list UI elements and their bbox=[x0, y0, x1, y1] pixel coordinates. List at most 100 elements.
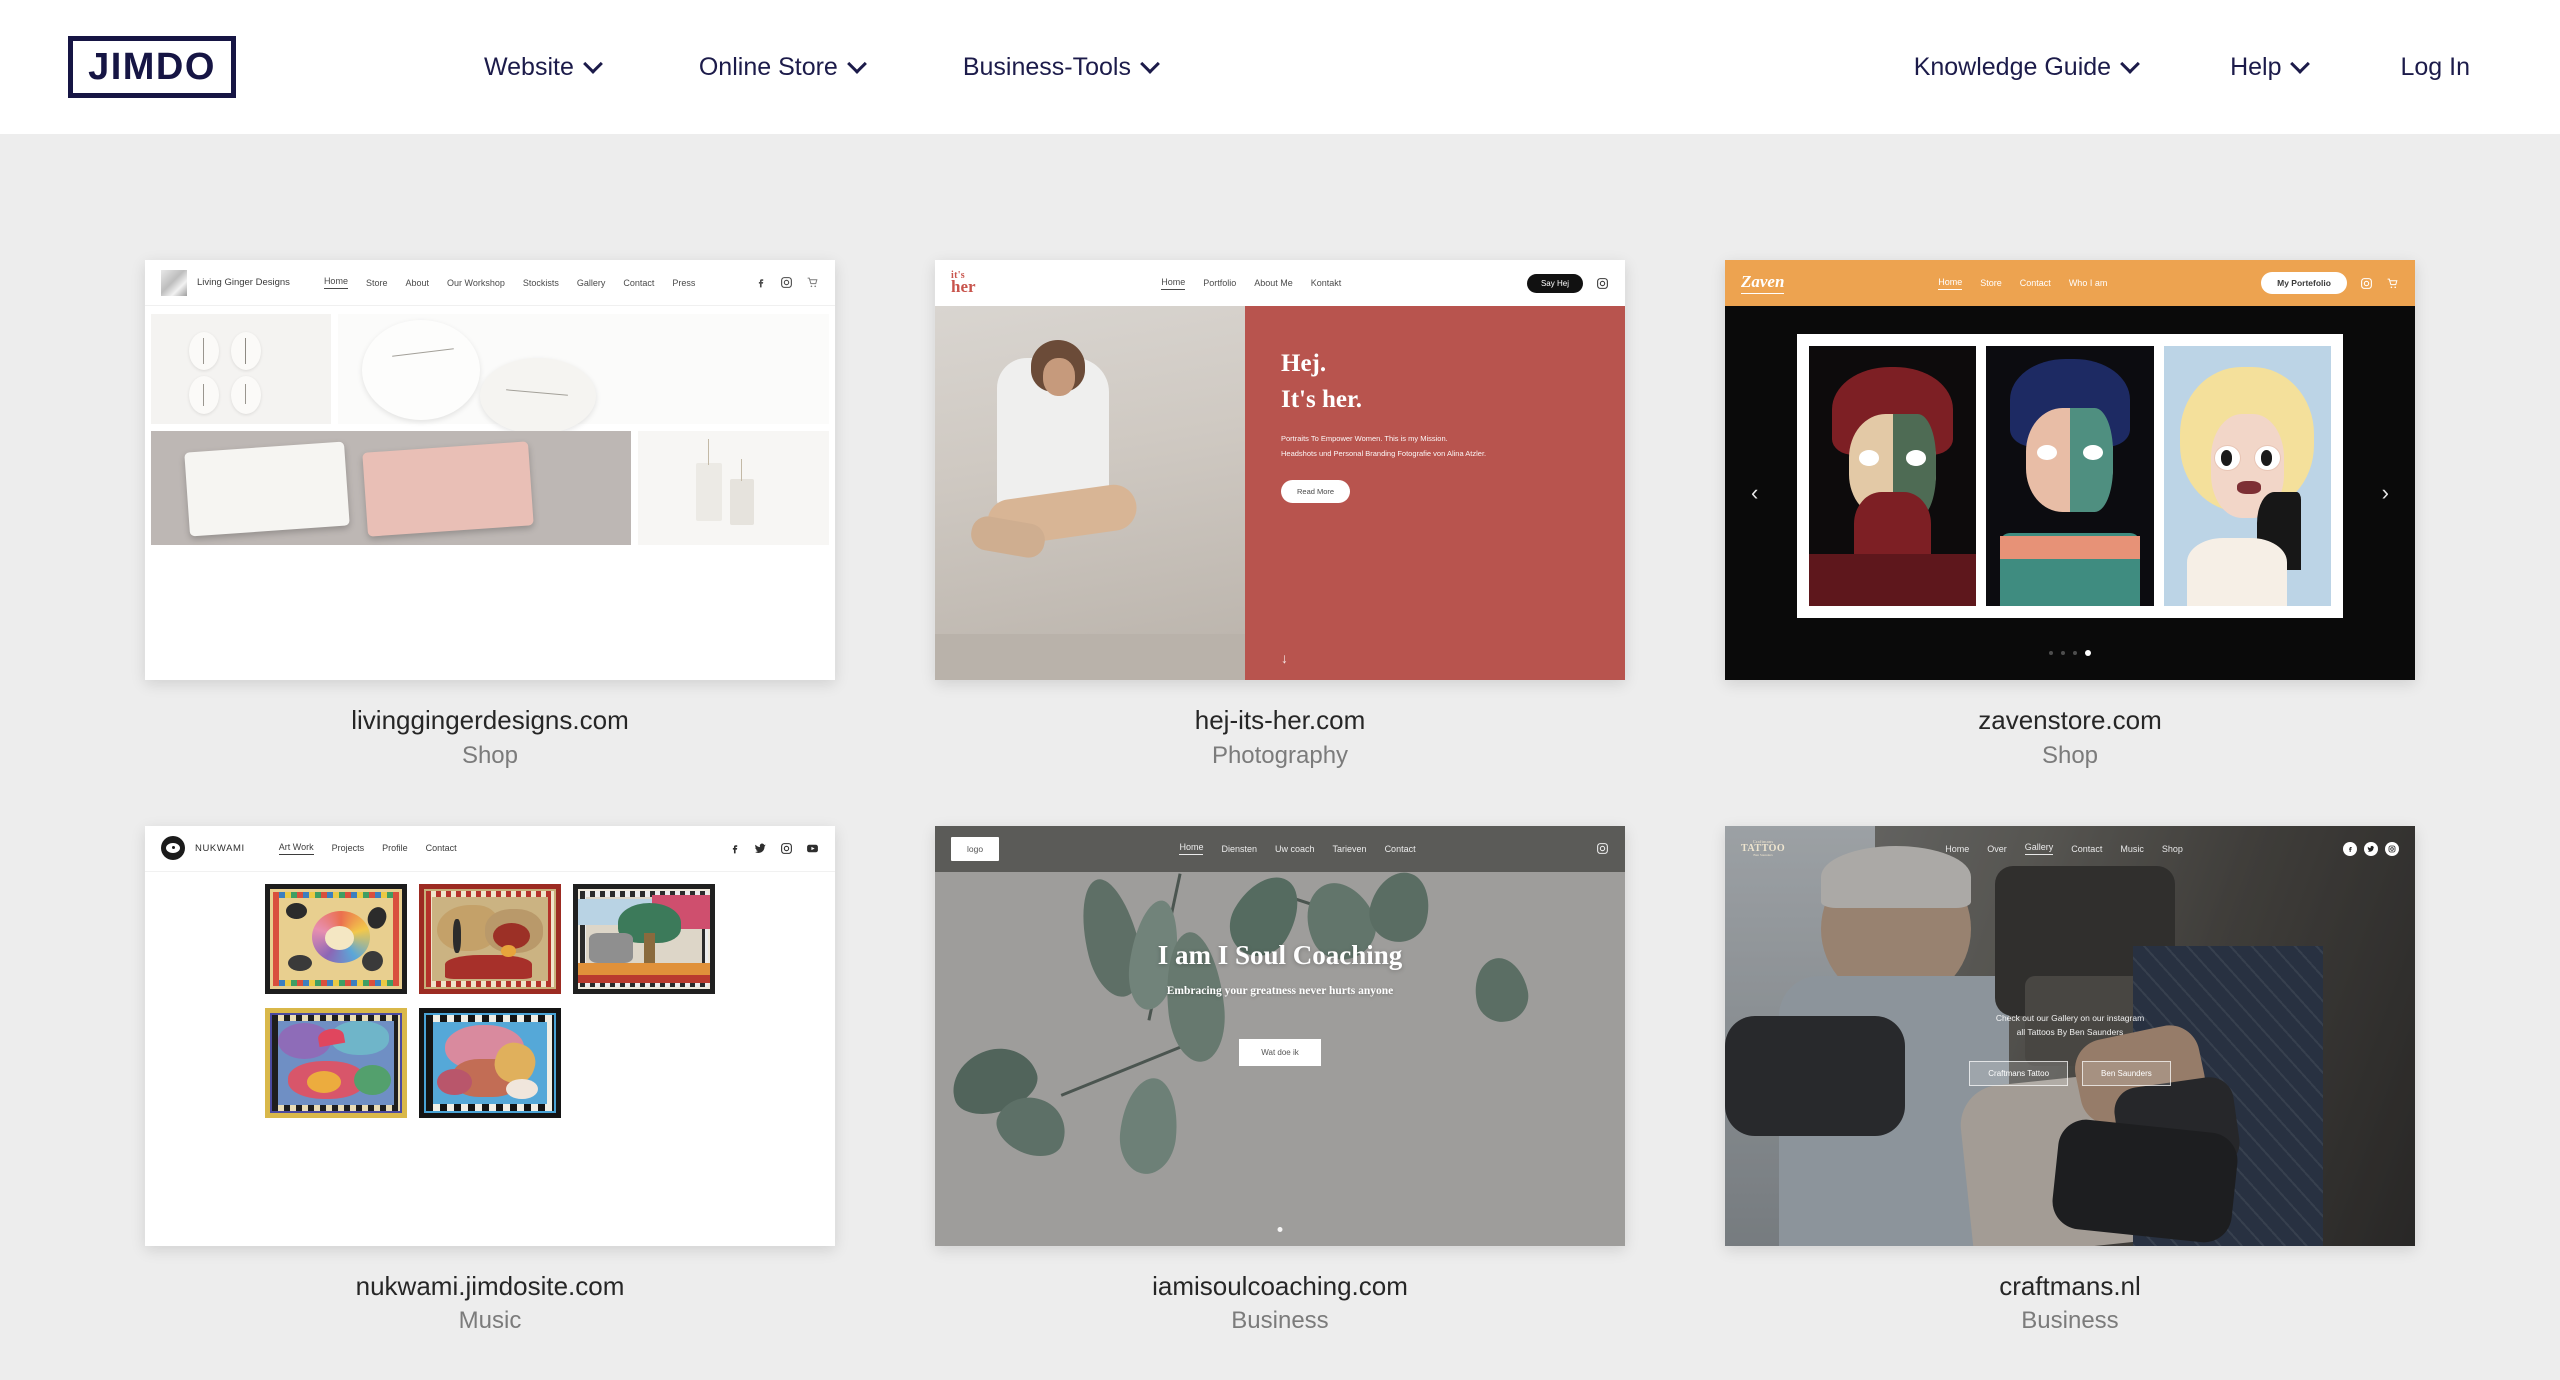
preview-nav-music[interactable]: Music bbox=[2120, 844, 2144, 854]
example-card-zavenstore[interactable]: Zaven Home Store Contact Who I am My Por… bbox=[1725, 260, 2415, 770]
preview-nav-diensten[interactable]: Diensten bbox=[1221, 844, 1257, 854]
instagram-icon[interactable] bbox=[1596, 277, 1609, 290]
jimdo-logo-text: JIMDO bbox=[88, 45, 216, 88]
preview-nav-contact[interactable]: Contact bbox=[426, 843, 457, 853]
example-card-hej-its-her[interactable]: it's her Home Portfolio About Me Kontakt… bbox=[935, 260, 1625, 770]
artwork-portrait-2 bbox=[1986, 346, 2154, 606]
preview-social-icons bbox=[2343, 841, 2399, 856]
instagram-icon[interactable] bbox=[780, 842, 793, 855]
example-card-iamisoulcoaching[interactable]: logo Home Diensten Uw coach Tarieven Con… bbox=[935, 825, 1625, 1336]
preview-nav-tarieven[interactable]: Tarieven bbox=[1333, 844, 1367, 854]
nav-item-online-store[interactable]: Online Store bbox=[699, 53, 865, 82]
preview-nav-links: Home Diensten Uw coach Tarieven Contact bbox=[1179, 842, 1416, 855]
preview-nav-contact[interactable]: Contact bbox=[2020, 278, 2051, 288]
hero-headline-line2: It's her. bbox=[1281, 386, 1363, 414]
preview-nav-links: Home Over Gallery Contact Music Shop bbox=[1945, 842, 2183, 855]
preview-nav-contact[interactable]: Contact bbox=[2071, 844, 2102, 854]
cart-icon[interactable] bbox=[806, 276, 819, 289]
product-tile-vases bbox=[638, 431, 829, 545]
nav-label: Knowledge Guide bbox=[1913, 52, 2112, 81]
twitter-icon[interactable] bbox=[754, 842, 767, 855]
preview-nav-home[interactable]: Home bbox=[323, 276, 348, 289]
preview-nav-over[interactable]: Over bbox=[1987, 844, 2007, 854]
nav-label: Online Store bbox=[698, 52, 838, 81]
preview-cta-say-hej[interactable]: Say Hej bbox=[1526, 273, 1583, 293]
artwork-tile[interactable] bbox=[265, 1007, 407, 1118]
preview-nav-home[interactable]: Home bbox=[1945, 844, 1969, 854]
preview-nav-home[interactable]: Home bbox=[1161, 277, 1186, 290]
artwork-tile[interactable] bbox=[419, 1007, 561, 1118]
artwork-tile[interactable] bbox=[573, 883, 715, 994]
preview-nav-store[interactable]: Store bbox=[1980, 278, 2002, 288]
preview-navbar: Craftmans TATTOO Ben Saunders Home Over … bbox=[1725, 826, 2415, 872]
preview-nav-projects[interactable]: Projects bbox=[332, 843, 365, 853]
site-logo: it's her bbox=[951, 270, 976, 295]
twitter-icon[interactable] bbox=[2364, 841, 2378, 856]
cart-icon[interactable] bbox=[2386, 277, 2399, 290]
nav-item-help[interactable]: Help bbox=[2230, 53, 2308, 82]
preview-nav-press[interactable]: Press bbox=[672, 278, 695, 288]
carousel-next-icon[interactable]: › bbox=[2382, 480, 2389, 506]
product-tile-fern-plates bbox=[338, 314, 829, 434]
preview-nav-portfolio[interactable]: Portfolio bbox=[1203, 278, 1236, 288]
artwork-tile[interactable] bbox=[419, 883, 561, 994]
facebook-icon[interactable] bbox=[2343, 841, 2357, 856]
example-card-craftmans[interactable]: Craftmans TATTOO Ben Saunders Home Over … bbox=[1725, 825, 2415, 1336]
carousel-dot[interactable] bbox=[2061, 651, 2065, 655]
preview-content bbox=[145, 306, 835, 680]
site-preview-iamisoulcoaching: logo Home Diensten Uw coach Tarieven Con… bbox=[935, 825, 1625, 1246]
youtube-icon[interactable] bbox=[806, 842, 819, 855]
carousel-dot[interactable] bbox=[2049, 651, 2053, 655]
hero-button-craftmans-tattoo[interactable]: Craftmans Tattoo bbox=[1969, 1061, 2069, 1087]
preview-nav-kontakt[interactable]: Kontakt bbox=[1311, 278, 1342, 288]
preview-nav-gallery[interactable]: Gallery bbox=[577, 278, 606, 288]
hero-button-ben-saunders[interactable]: Ben Saunders bbox=[2082, 1061, 2171, 1087]
thumbnail-wrapper: it's her Home Portfolio About Me Kontakt… bbox=[935, 260, 1625, 680]
card-category: Business bbox=[1231, 1307, 1329, 1334]
site-preview-nukwami: NUKWAMI Art Work Projects Profile Contac… bbox=[145, 825, 835, 1246]
preview-cta-my-portefolio[interactable]: My Portefolio bbox=[2261, 272, 2347, 294]
preview-nav-shop[interactable]: Shop bbox=[2162, 844, 2183, 854]
preview-nav-about[interactable]: About bbox=[405, 278, 429, 288]
preview-nav-home[interactable]: Home bbox=[1179, 842, 1204, 855]
preview-nav-stockists[interactable]: Stockists bbox=[523, 278, 559, 288]
preview-nav-contact[interactable]: Contact bbox=[623, 278, 654, 288]
primary-navigation: Website Online Store Business-Tools bbox=[484, 53, 1158, 82]
nav-item-log-in[interactable]: Log In bbox=[2400, 53, 2470, 82]
preview-nav-uw-coach[interactable]: Uw coach bbox=[1275, 844, 1315, 854]
preview-nav-our-workshop[interactable]: Our Workshop bbox=[447, 278, 505, 288]
carousel-prev-icon[interactable]: ‹ bbox=[1751, 480, 1758, 506]
instagram-icon[interactable] bbox=[1596, 842, 1609, 855]
nav-item-knowledge-guide[interactable]: Knowledge Guide bbox=[1914, 53, 2138, 82]
site-logo-bottom: Ben Saunders bbox=[1753, 853, 1773, 857]
nav-item-website[interactable]: Website bbox=[484, 53, 601, 82]
hero-cta-button[interactable]: Wat doe ik bbox=[1239, 1038, 1321, 1066]
preview-nav-about-me[interactable]: About Me bbox=[1254, 278, 1293, 288]
preview-nav-who-i-am[interactable]: Who I am bbox=[2069, 278, 2108, 288]
carousel-dot[interactable] bbox=[2073, 651, 2077, 655]
hero-read-more-button[interactable]: Read More bbox=[1281, 479, 1351, 503]
jimdo-logo[interactable]: JIMDO bbox=[68, 36, 236, 98]
preview-nav-home[interactable]: Home bbox=[1938, 277, 1963, 290]
preview-nav-profile[interactable]: Profile bbox=[382, 843, 408, 853]
example-card-livinggingerdesigns[interactable]: Living Ginger Designs Home Store About O… bbox=[145, 260, 835, 770]
preview-nav-store[interactable]: Store bbox=[366, 278, 388, 288]
artwork-tile[interactable] bbox=[265, 883, 407, 994]
carousel-dot-active[interactable] bbox=[2085, 650, 2091, 656]
artwork-portrait-1 bbox=[1809, 346, 1977, 606]
nav-label: Website bbox=[484, 52, 574, 81]
facebook-icon[interactable] bbox=[754, 276, 767, 289]
preview-nav-gallery[interactable]: Gallery bbox=[2024, 842, 2054, 855]
instagram-icon[interactable] bbox=[780, 276, 793, 289]
facebook-icon[interactable] bbox=[728, 842, 741, 855]
artwork-carousel bbox=[1797, 334, 2343, 618]
hero-photo bbox=[935, 306, 1245, 680]
example-card-nukwami[interactable]: NUKWAMI Art Work Projects Profile Contac… bbox=[145, 825, 835, 1336]
nav-label: Business-Tools bbox=[962, 52, 1131, 81]
instagram-icon[interactable] bbox=[2360, 277, 2373, 290]
nav-item-business-tools[interactable]: Business-Tools bbox=[963, 53, 1158, 82]
preview-nav-contact[interactable]: Contact bbox=[1385, 844, 1416, 854]
product-tile-trays bbox=[151, 431, 631, 545]
preview-nav-art-work[interactable]: Art Work bbox=[278, 842, 314, 855]
instagram-icon[interactable] bbox=[2385, 841, 2399, 856]
